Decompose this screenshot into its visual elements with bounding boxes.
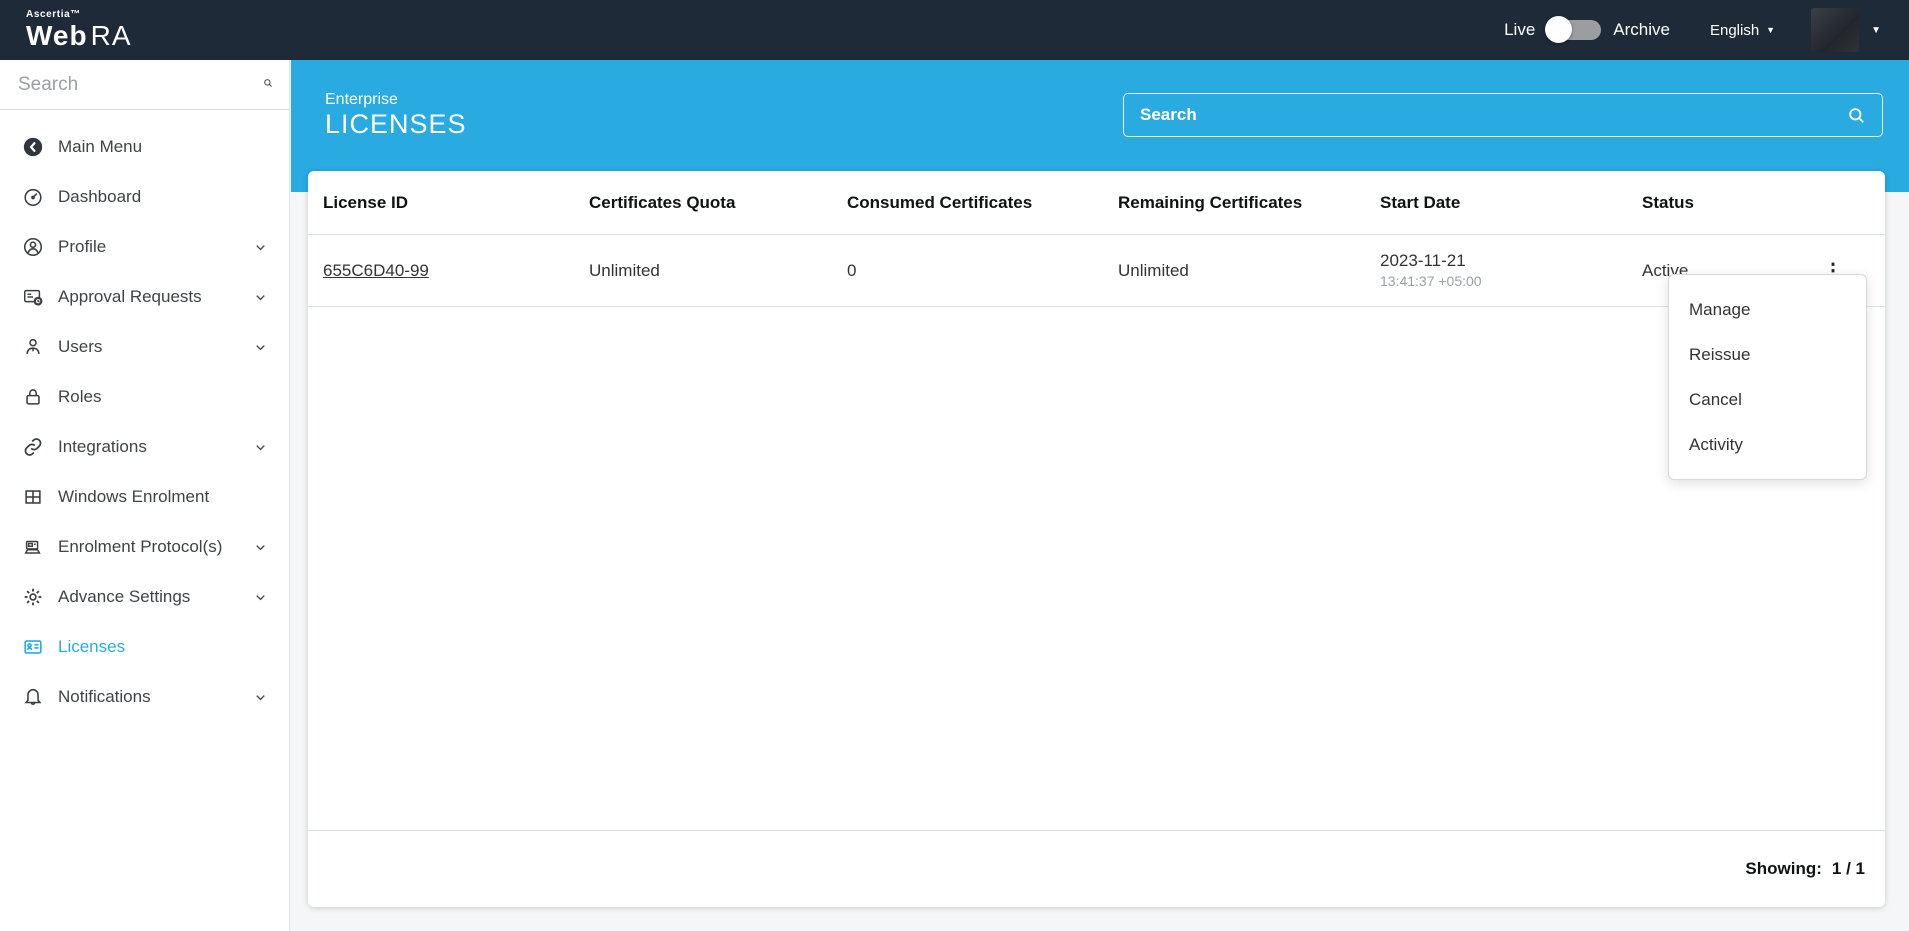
chevron-down-icon — [254, 241, 267, 254]
table-footer: Showing: 1 / 1 — [308, 830, 1885, 907]
sidebar-item-profile[interactable]: Profile — [0, 222, 289, 272]
chevron-down-icon — [254, 691, 267, 704]
approval-requests-icon — [22, 286, 44, 308]
roles-lock-icon — [22, 386, 44, 408]
chevron-down-icon — [254, 591, 267, 604]
sidebar: Main Menu Dashboard Profile Approval Req… — [0, 60, 290, 931]
start-date: 2023-11-21 — [1380, 250, 1642, 272]
sidebar-item-enrolment-protocols[interactable]: Enrolment Protocol(s) — [0, 522, 289, 572]
sidebar-item-integrations[interactable]: Integrations — [0, 422, 289, 472]
page-title: LICENSES — [325, 109, 467, 140]
table-header-row: License ID Certificates Quota Consumed C… — [308, 171, 1885, 235]
profile-menu-caret-icon[interactable]: ▼ — [1871, 25, 1881, 36]
license-id-link[interactable]: 655C6D40-99 — [323, 261, 429, 280]
enrolment-protocol-icon — [22, 536, 44, 558]
app-logo: Ascertia™ WebRA — [26, 10, 132, 50]
language-label: English — [1710, 22, 1759, 39]
sidebar-item-advance-settings[interactable]: Advance Settings — [0, 572, 289, 622]
remaining-certificates-cell: Unlimited — [1118, 261, 1380, 281]
consumed-certificates-cell: 0 — [847, 261, 1118, 281]
sidebar-item-roles[interactable]: Roles — [0, 372, 289, 422]
start-time: 13:41:37 +05:00 — [1380, 272, 1642, 290]
license-card-icon — [22, 636, 44, 658]
menu-item-manage[interactable]: Manage — [1669, 287, 1866, 332]
showing-value: 1 / 1 — [1832, 859, 1865, 879]
users-icon — [22, 336, 44, 358]
sidebar-item-notifications[interactable]: Notifications — [0, 672, 289, 722]
sidebar-search — [0, 60, 289, 110]
chevron-down-icon — [254, 291, 267, 304]
main-content: Enterprise LICENSES License ID Certifica… — [291, 60, 1909, 931]
table-search-input[interactable] — [1140, 105, 1847, 125]
integrations-link-icon — [22, 436, 44, 458]
sidebar-item-dashboard[interactable]: Dashboard — [0, 172, 289, 222]
brand-company: Ascertia™ — [26, 10, 132, 20]
page-title-block: Enterprise LICENSES — [325, 90, 467, 140]
menu-item-activity[interactable]: Activity — [1669, 422, 1866, 467]
certificates-quota-cell: Unlimited — [589, 261, 847, 281]
profile-icon — [22, 236, 44, 258]
column-header-certificates-quota: Certificates Quota — [589, 193, 847, 213]
settings-gear-icon — [22, 586, 44, 608]
sidebar-item-windows-enrolment[interactable]: Windows Enrolment — [0, 472, 289, 522]
table-search — [1123, 93, 1883, 137]
menu-item-reissue[interactable]: Reissue — [1669, 332, 1866, 377]
live-archive-toggle[interactable] — [1547, 20, 1601, 40]
language-selector[interactable]: English ▼ — [1710, 22, 1775, 39]
top-bar: Ascertia™ WebRA Live Archive English ▼ ▼ — [0, 0, 1909, 60]
table-row: 655C6D40-99 Unlimited 0 Unlimited 2023-1… — [308, 235, 1885, 307]
chevron-down-icon — [254, 341, 267, 354]
live-label: Live — [1504, 20, 1535, 40]
topbar-right-cluster: Live Archive English ▼ ▼ — [1504, 8, 1881, 52]
sidebar-search-input[interactable] — [18, 74, 263, 96]
column-header-consumed-certificates: Consumed Certificates — [847, 193, 1118, 213]
chevron-down-icon — [254, 441, 267, 454]
licenses-table-card: License ID Certificates Quota Consumed C… — [308, 171, 1885, 907]
page-eyebrow: Enterprise — [325, 90, 467, 109]
column-header-start-date: Start Date — [1380, 193, 1642, 213]
sidebar-item-main-menu[interactable]: Main Menu — [0, 122, 289, 172]
search-icon[interactable] — [263, 75, 273, 95]
menu-item-cancel[interactable]: Cancel — [1669, 377, 1866, 422]
row-actions-menu: Manage Reissue Cancel Activity — [1668, 274, 1867, 480]
column-header-license-id: License ID — [323, 193, 589, 213]
sidebar-item-users[interactable]: Users — [0, 322, 289, 372]
notifications-bell-icon — [22, 686, 44, 708]
avatar[interactable] — [1811, 8, 1859, 52]
brand-product: WebRA — [26, 22, 132, 50]
search-icon[interactable] — [1847, 106, 1866, 125]
dashboard-icon — [22, 186, 44, 208]
archive-label: Archive — [1613, 20, 1670, 40]
sidebar-item-licenses[interactable]: Licenses — [0, 622, 289, 672]
windows-icon — [22, 486, 44, 508]
chevron-down-icon: ▼ — [1766, 25, 1775, 35]
chevron-down-icon — [254, 541, 267, 554]
sidebar-item-approval-requests[interactable]: Approval Requests — [0, 272, 289, 322]
showing-label: Showing: — [1745, 859, 1821, 879]
column-header-status: Status — [1642, 193, 1885, 213]
column-header-remaining-certificates: Remaining Certificates — [1118, 193, 1380, 213]
back-circle-icon — [22, 136, 44, 158]
sidebar-nav: Main Menu Dashboard Profile Approval Req… — [0, 110, 289, 722]
toggle-knob[interactable] — [1545, 16, 1572, 43]
start-date-cell: 2023-11-21 13:41:37 +05:00 — [1380, 250, 1642, 290]
